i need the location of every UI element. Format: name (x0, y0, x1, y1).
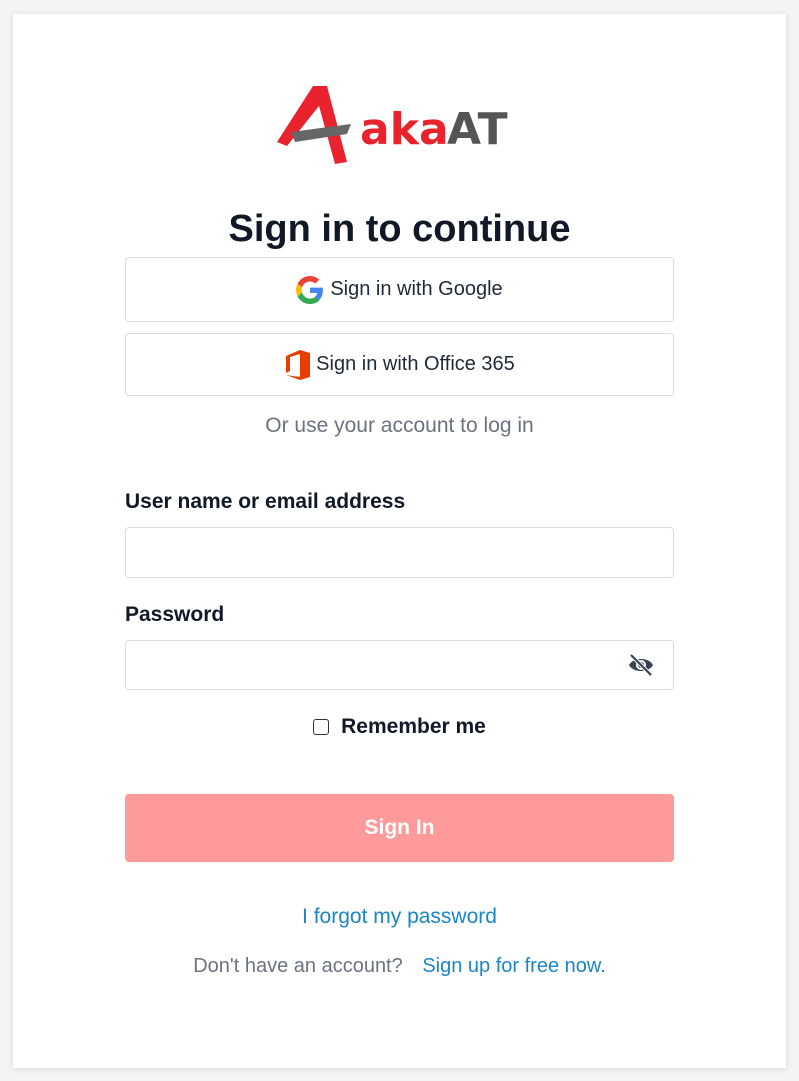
office365-signin-button[interactable]: Sign in with Office 365 (125, 333, 674, 396)
login-card: aka AT Sign in to continue Sign in with … (13, 14, 786, 1068)
password-label: Password (125, 603, 225, 626)
remember-me-row: Remember me (13, 715, 786, 739)
remember-me-label[interactable]: Remember me (341, 715, 486, 739)
office-logo-icon (284, 349, 311, 380)
signup-row: Don't have an account? Sign up for free … (13, 955, 786, 978)
password-input[interactable] (125, 640, 674, 690)
username-input[interactable] (125, 527, 674, 578)
google-signin-button[interactable]: Sign in with Google (125, 257, 674, 322)
logo-text-aka: aka (360, 104, 449, 155)
remember-me-checkbox[interactable] (313, 719, 330, 735)
akaat-logo: aka AT (273, 84, 533, 174)
logo-text-at: AT (447, 104, 508, 155)
forgot-password-row: I forgot my password (13, 905, 786, 929)
signup-link[interactable]: Sign up for free now. (422, 955, 605, 977)
username-label: User name or email address (125, 490, 406, 513)
page-title: Sign in to continue (228, 208, 571, 250)
alternative-login-text: Or use your account to log in (265, 414, 534, 437)
google-logo-icon (296, 275, 324, 304)
sign-in-button[interactable]: Sign In (125, 794, 674, 862)
no-account-text: Don't have an account? (193, 955, 403, 977)
google-signin-label: Sign in with Google (330, 278, 503, 300)
forgot-password-link[interactable]: I forgot my password (302, 905, 497, 928)
office365-signin-label: Sign in with Office 365 (316, 353, 515, 375)
eye-off-icon[interactable] (625, 651, 657, 679)
